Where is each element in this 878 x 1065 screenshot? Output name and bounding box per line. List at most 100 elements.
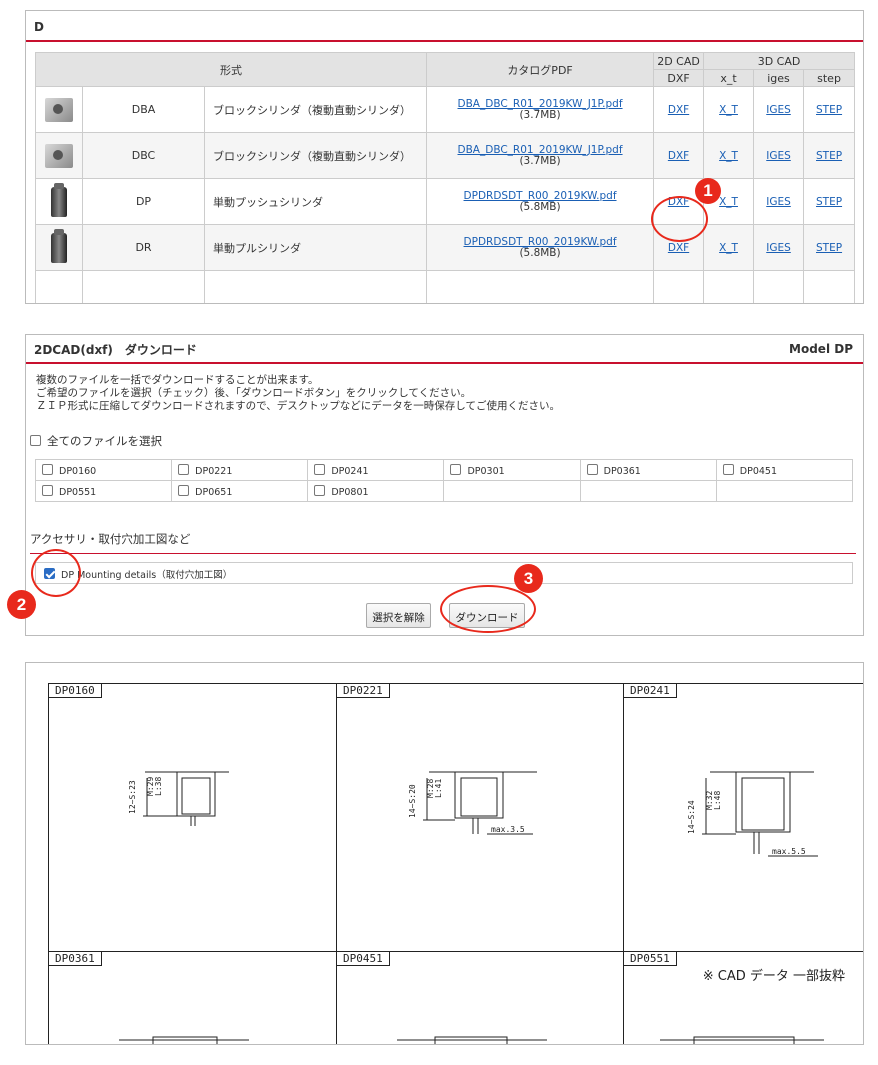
model-cell: DR bbox=[82, 224, 205, 271]
file-checkbox[interactable] bbox=[42, 484, 53, 496]
dim-max: max.3.5 bbox=[491, 825, 525, 834]
pull-cylinder-icon bbox=[51, 228, 67, 263]
file-size: (3.7MB) bbox=[519, 109, 561, 121]
header-step: step bbox=[803, 69, 856, 87]
file-label: DP0160 bbox=[59, 465, 97, 477]
push-cylinder-icon bbox=[51, 182, 67, 217]
drawing-label: DP0451 bbox=[337, 952, 390, 966]
accessory-section-title: アクセサリ・取付穴加工図など bbox=[30, 531, 856, 554]
file-checkbox[interactable] bbox=[314, 463, 326, 475]
cad-excerpt-note: ※ CAD データ 一部抜粋 bbox=[702, 969, 845, 984]
iges-link[interactable]: IGES bbox=[766, 150, 791, 162]
iges-link[interactable]: IGES bbox=[766, 242, 791, 254]
file-checkbox[interactable] bbox=[42, 463, 53, 475]
product-table: 形式 カタログPDF 2D CAD 3D CAD DXF x_t iges st… bbox=[34, 52, 856, 303]
file-option[interactable]: DP0221 bbox=[171, 459, 309, 481]
file-option[interactable]: DP0651 bbox=[171, 480, 309, 502]
cad-drawing-cell: DP0241 14~S:24 M:32 L:48 max.5.5 bbox=[623, 683, 863, 952]
intro-text: 複数のファイルを一括でダウンロードすることが出来ます。 ご希望のファイルを選択（… bbox=[36, 374, 560, 413]
select-all-label: 全てのファイルを選択 bbox=[47, 434, 162, 448]
file-label: DP0301 bbox=[467, 465, 505, 477]
file-option[interactable]: DP0301 bbox=[443, 459, 581, 481]
intro-line: ご希望のファイルを選択（チェック）後、「ダウンロードボタン」をクリックしてくださ… bbox=[36, 387, 472, 399]
file-label: DP0801 bbox=[331, 486, 369, 498]
dim-length: L:48 bbox=[713, 791, 722, 810]
cylinder-drawing: 14~S:20 M:28 L:41 max.3.5 bbox=[408, 771, 537, 835]
cad-drawing-cell: DP0451 bbox=[336, 951, 624, 1044]
iges-link[interactable]: IGES bbox=[766, 104, 791, 116]
file-checkbox[interactable] bbox=[722, 463, 734, 475]
step-marker-1: 1 bbox=[695, 178, 721, 204]
table-row bbox=[35, 270, 856, 303]
file-checkbox[interactable] bbox=[178, 463, 190, 475]
file-option[interactable]: DP0160 bbox=[34, 459, 173, 481]
file-option[interactable]: DP0801 bbox=[307, 480, 445, 502]
model-label: Model DP bbox=[789, 342, 853, 356]
download-panel-title: 2DCAD(dxf) ダウンロード bbox=[34, 343, 197, 357]
table-row: DBC ブロックシリンダ（複動直動シリンダ） DBA_DBC_R01_2019K… bbox=[35, 132, 856, 179]
step-marker-2: 2 bbox=[7, 590, 36, 619]
dxf-link[interactable]: DXF bbox=[668, 242, 689, 254]
xt-link[interactable]: X_T bbox=[719, 150, 738, 162]
step-link[interactable]: STEP bbox=[816, 104, 842, 116]
select-all-row[interactable]: 全てのファイルを選択 bbox=[30, 433, 162, 449]
cad-drawing-cell: DP0160 12~S:23 M:29 L:38 bbox=[48, 683, 337, 952]
product-list-panel: D 形式 カタログPDF 2D CAD 3D CAD DXF x_t iges … bbox=[25, 10, 864, 304]
drawing-label: DP0551 bbox=[624, 952, 677, 966]
file-option[interactable]: DP0551 bbox=[34, 480, 173, 502]
clear-selection-button[interactable]: 選択を解除 bbox=[366, 603, 431, 628]
dim-length: L:38 bbox=[154, 777, 163, 796]
file-checkbox-table: DP0160 DP0221 DP0241 DP0301 DP0361 DP045… bbox=[34, 459, 854, 502]
step-link[interactable]: STEP bbox=[816, 196, 842, 208]
file-label: DP0361 bbox=[603, 465, 641, 477]
file-option[interactable]: DP0451 bbox=[715, 459, 854, 481]
download-panel-header: 2DCAD(dxf) ダウンロード Model DP bbox=[26, 335, 863, 364]
highlight-ring bbox=[440, 585, 536, 633]
model-cell: DBC bbox=[82, 132, 205, 179]
cad-drawing-cell: DP0361 bbox=[48, 951, 337, 1044]
dim-stroke: 12~S:23 bbox=[128, 780, 137, 814]
cad-drawing-cell: DP0221 14~S:20 M:28 L:41 max.3.5 bbox=[336, 683, 624, 952]
accessory-label: DP Mounting details（取付穴加工図） bbox=[61, 570, 233, 581]
dxf-link[interactable]: DXF bbox=[668, 104, 689, 116]
file-size: (5.8MB) bbox=[519, 201, 561, 213]
header-dxf: DXF bbox=[653, 69, 705, 87]
file-label: DP0221 bbox=[195, 465, 233, 477]
file-checkbox[interactable] bbox=[178, 484, 190, 496]
step-marker-3: 3 bbox=[514, 564, 543, 593]
empty-cell bbox=[443, 480, 581, 502]
step-link[interactable]: STEP bbox=[816, 242, 842, 254]
file-checkbox[interactable] bbox=[586, 463, 598, 475]
drawing-label: DP0361 bbox=[49, 952, 102, 966]
cad-preview-panel: DP0160 12~S:23 M:29 L:38 DP0221 14~S:20 bbox=[25, 662, 864, 1045]
description-cell: 単動プルシリンダ bbox=[203, 224, 428, 271]
file-label: DP0451 bbox=[739, 465, 778, 477]
select-all-checkbox[interactable] bbox=[30, 435, 41, 446]
dim-length: L:41 bbox=[434, 779, 443, 798]
intro-line: 複数のファイルを一括でダウンロードすることが出来ます。 bbox=[36, 374, 319, 386]
iges-link[interactable]: IGES bbox=[766, 196, 791, 208]
header-2dcad: 2D CAD bbox=[653, 52, 705, 70]
file-checkbox[interactable] bbox=[450, 463, 462, 475]
drawing-label: DP0221 bbox=[337, 684, 390, 698]
table-row: DBA ブロックシリンダ（複動直動シリンダ） DBA_DBC_R01_2019K… bbox=[35, 86, 856, 133]
xt-link[interactable]: X_T bbox=[719, 104, 738, 116]
model-cell: DBA bbox=[82, 86, 205, 133]
xt-link[interactable]: X_T bbox=[719, 196, 738, 208]
empty-cell bbox=[579, 480, 717, 502]
file-size: (3.7MB) bbox=[519, 155, 561, 167]
drawing-label: DP0241 bbox=[624, 684, 677, 698]
file-checkbox[interactable] bbox=[314, 484, 326, 496]
dxf-link[interactable]: DXF bbox=[668, 150, 689, 162]
accessory-option[interactable]: DP Mounting details（取付穴加工図） bbox=[35, 562, 853, 584]
block-cylinder-icon bbox=[45, 143, 73, 168]
drawing-label: DP0160 bbox=[49, 684, 102, 698]
xt-link[interactable]: X_T bbox=[719, 242, 738, 254]
step-link[interactable]: STEP bbox=[816, 150, 842, 162]
dim-stroke: 14~S:20 bbox=[408, 784, 417, 818]
highlight-ring bbox=[31, 549, 81, 597]
file-label: DP0241 bbox=[331, 465, 369, 477]
dim-stroke: 14~S:24 bbox=[687, 800, 696, 834]
file-option[interactable]: DP0241 bbox=[307, 459, 445, 481]
file-option[interactable]: DP0361 bbox=[579, 459, 717, 481]
